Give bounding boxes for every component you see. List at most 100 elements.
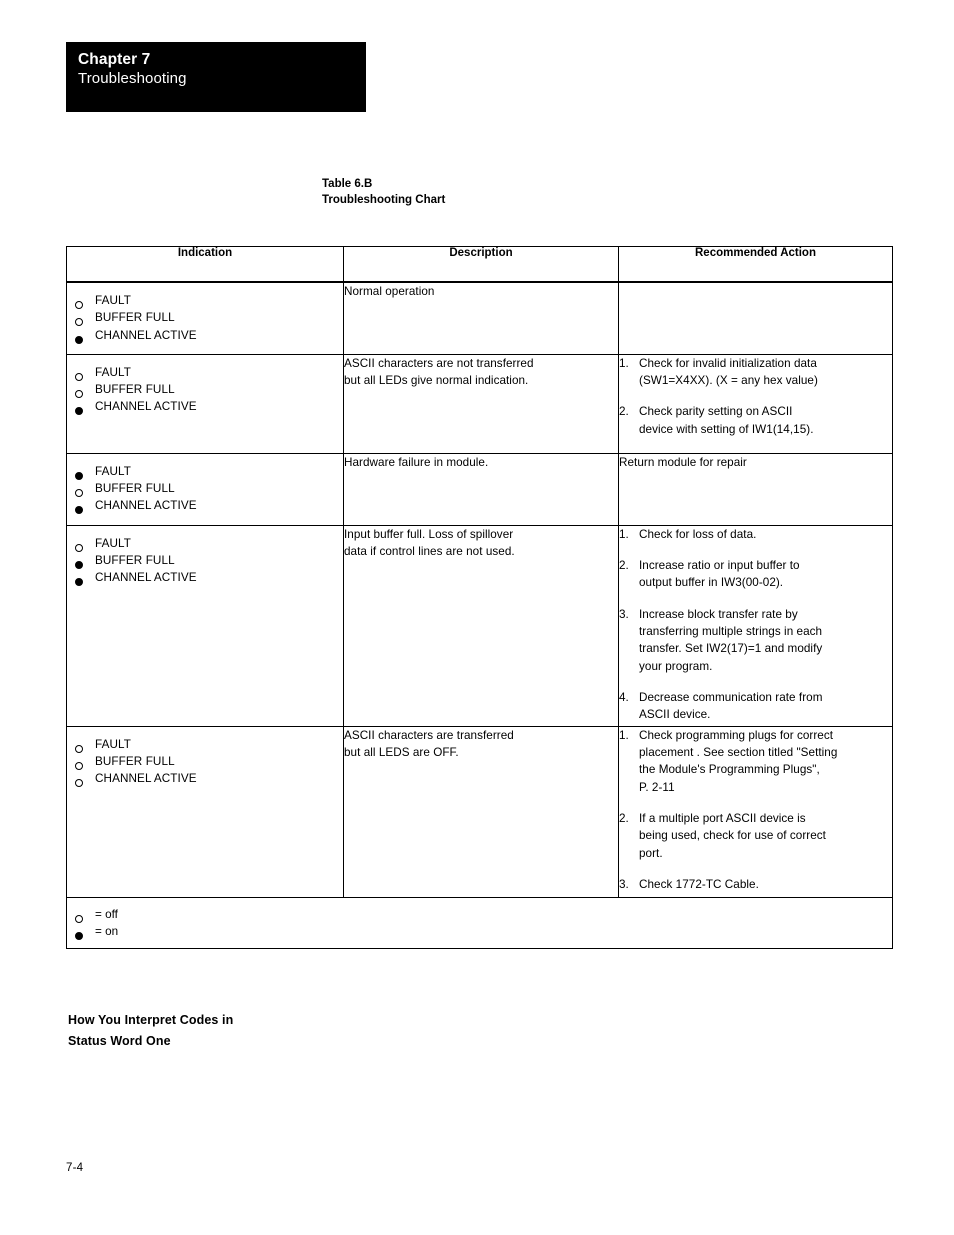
led-label-buffer-full: BUFFER FULL (95, 554, 175, 568)
led-label-fault: FAULT (95, 365, 132, 379)
description-cell: Normal operation (343, 281, 619, 355)
column-header-recommended-action: Recommended Action (618, 246, 893, 283)
led-label-buffer-full: BUFFER FULL (95, 755, 175, 769)
led-fault-indicator (75, 543, 83, 552)
troubleshooting-chart-table: Indication Description Recommended Actio… (66, 246, 893, 950)
action-number: 3. (619, 877, 629, 891)
indication-cell: FAULT BUFFER FULL CHANNEL ACTIVE (66, 353, 344, 454)
action-text: Check parity setting on ASCII device wit… (639, 403, 892, 438)
table-row: FAULT BUFFER FULL CHANNEL ACTIVE Input b… (66, 524, 893, 727)
action-line: port. (639, 846, 663, 860)
led-label-buffer-full: BUFFER FULL (95, 311, 175, 325)
action-text: Decrease communication rate from ASCII d… (639, 689, 892, 724)
action-line: your program. (639, 659, 713, 673)
legend-led-stack (75, 914, 83, 950)
action-item: 3. Check 1772-TC Cable. (619, 876, 892, 893)
action-line: (SW1=X4XX). (X = any hex value) (639, 374, 818, 388)
action-number: 2. (619, 811, 629, 825)
indication-cell: FAULT BUFFER FULL CHANNEL ACTIVE (66, 524, 344, 727)
led-label-buffer-full: BUFFER FULL (95, 383, 175, 397)
section-heading: How You Interpret Codes in Status Word O… (68, 1010, 233, 1052)
column-header-description: Description (343, 246, 619, 283)
recommended-action-cell (618, 281, 893, 355)
led-label-fault: FAULT (95, 294, 132, 307)
description-line: ASCII characters are not transferred (344, 356, 534, 370)
section-heading-line1: How You Interpret Codes in (68, 1013, 234, 1027)
action-line: Return module for repair (619, 455, 747, 469)
led-label-channel-active: CHANNEL ACTIVE (95, 328, 197, 342)
table-header-row: Indication Description Recommended Actio… (66, 246, 893, 283)
legend-on-text: = on (95, 925, 119, 939)
recommended-action-cell: 1. Check for loss of data. 2. Increase r… (618, 524, 893, 727)
action-number: 1. (619, 527, 629, 541)
action-line: Increase ratio or input buffer to (639, 559, 800, 573)
action-line: Check 1772-TC Cable. (639, 877, 759, 891)
action-line: Check programming plugs for correct (639, 728, 834, 742)
action-text: Increase block transfer rate by transfer… (639, 606, 892, 675)
action-line: transfer. Set IW2(17)=1 and modify (639, 642, 823, 656)
section-heading-line2: Status Word One (68, 1034, 171, 1048)
description-line: ASCII characters are transferred (344, 728, 514, 742)
led-label-fault: FAULT (95, 464, 132, 478)
action-line: output buffer in IW3(00-02). (639, 576, 784, 590)
action-text: Check for loss of data. (639, 526, 892, 543)
chapter-title: Troubleshooting (78, 70, 187, 87)
action-text: Increase ratio or input buffer to output… (639, 557, 892, 592)
led-fault-indicator (75, 372, 83, 381)
table-row: FAULT BUFFER FULL CHANNEL ACTIVE ASCII c… (66, 725, 893, 898)
led-channel-active-indicator (75, 506, 83, 515)
led-label-channel-active: CHANNEL ACTIVE (95, 571, 197, 585)
led-label-channel-active: CHANNEL ACTIVE (95, 400, 197, 414)
description-cell: ASCII characters are not transferred but… (343, 353, 619, 454)
action-text: Check programming plugs for correct plac… (639, 727, 892, 796)
recommended-action-cell: 1. Check for invalid initialization data… (618, 353, 893, 454)
table-caption: Table 6.B Troubleshooting Chart (322, 176, 445, 208)
led-stack (75, 543, 89, 596)
action-line: being used, check for use of correct (639, 829, 826, 843)
led-off-icon (75, 914, 83, 923)
description-line: Hardware failure in module. (344, 455, 489, 469)
action-line: P. 2-11 (639, 780, 675, 794)
led-channel-active-indicator (75, 578, 83, 587)
legend-cell: = off = on (66, 896, 893, 950)
description-line: data if control lines are not used. (344, 545, 515, 559)
action-line: If a multiple port ASCII device is (639, 811, 806, 825)
action-item: 1. Check programming plugs for correct p… (619, 727, 892, 796)
action-item: 3. Increase block transfer rate by trans… (619, 606, 892, 675)
led-stack (75, 301, 89, 353)
action-number: 1. (619, 728, 629, 742)
table-caption-line2: Troubleshooting Chart (322, 194, 446, 206)
action-line: ASCII device. (639, 708, 711, 722)
description-cell: Input buffer full. Loss of spillover dat… (343, 524, 619, 727)
action-line: Increase block transfer rate by (639, 607, 798, 621)
description-cell: Hardware failure in module. (343, 452, 619, 526)
led-label-buffer-full: BUFFER FULL (95, 482, 175, 496)
legend-off-text: = off (95, 907, 118, 921)
indication-cell: FAULT BUFFER FULL CHANNEL ACTIVE (66, 452, 344, 526)
action-number: 1. (619, 356, 629, 370)
led-fault-indicator (75, 471, 83, 480)
action-item: 1. Check for invalid initialization data… (619, 355, 892, 390)
action-line: the Module's Programming Plugs", (639, 763, 820, 777)
action-line: transferring multiple strings in each (639, 624, 823, 638)
led-stack (75, 744, 89, 797)
description-line: but all LEDS are OFF. (344, 746, 459, 760)
description-line: Normal operation (344, 285, 435, 298)
led-on-icon (75, 932, 83, 941)
table-row: FAULT BUFFER FULL CHANNEL ACTIVE ASCII c… (66, 353, 893, 454)
led-channel-active-indicator (75, 779, 83, 788)
led-buffer-full-indicator (75, 561, 83, 570)
action-item: 2. Check parity setting on ASCII device … (619, 403, 892, 438)
action-text: Check 1772-TC Cable. (639, 876, 892, 893)
action-item: 1. Check for loss of data. (619, 526, 892, 543)
action-text: Check for invalid initialization data (S… (639, 355, 892, 390)
action-line: Check parity setting on ASCII (639, 405, 793, 419)
column-header-indication: Indication (66, 246, 344, 283)
action-item: 2. If a multiple port ASCII device is be… (619, 810, 892, 862)
action-item: 2. Increase ratio or input buffer to out… (619, 557, 892, 592)
recommended-action-cell: 1. Check programming plugs for correct p… (618, 725, 893, 898)
indication-cell: FAULT BUFFER FULL CHANNEL ACTIVE (66, 281, 344, 355)
chapter-number: Chapter 7 (78, 51, 151, 68)
action-line: device with setting of IW1(14,15). (639, 422, 814, 436)
led-buffer-full-indicator (75, 390, 83, 399)
